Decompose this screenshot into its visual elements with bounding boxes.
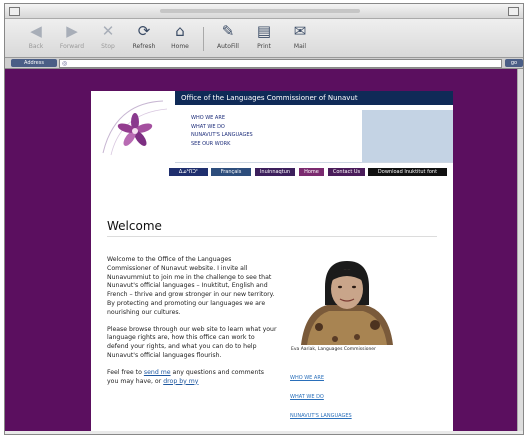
title-bar-strip xyxy=(160,9,360,13)
forward-label: Forward xyxy=(59,43,85,50)
mail-label: Mail xyxy=(293,43,307,50)
lang-button-inuinnaqtun[interactable]: Inuinnaqtun xyxy=(255,168,295,176)
contact-us-button[interactable]: Contact Us xyxy=(328,168,365,176)
autofill-button[interactable]: ✎ AutoFill xyxy=(209,22,247,51)
home-button[interactable]: ⌂ Home xyxy=(161,22,199,51)
nav-link-nunavuts-languages[interactable]: NUNAVUT'S LANGUAGES xyxy=(191,131,253,140)
close-box-icon[interactable] xyxy=(9,7,20,16)
send-me-link[interactable]: send me xyxy=(144,369,171,376)
home-label: Home xyxy=(171,43,189,50)
back-label: Back xyxy=(28,43,44,50)
photo-caption: Eva Aariak, Languages Commissioner xyxy=(291,347,376,352)
refresh-button[interactable]: ⟳ Refresh xyxy=(125,22,163,51)
welcome-text: Welcome to the Office of the Languages C… xyxy=(107,256,277,394)
stop-button[interactable]: ✕ Stop xyxy=(89,22,127,51)
nav-link-see-our-work[interactable]: SEE OUR WORK xyxy=(191,140,253,149)
paragraph-3: Feel free to send me any questions and c… xyxy=(107,369,277,387)
home-icon: ⌂ xyxy=(175,22,185,40)
autofill-label: AutoFill xyxy=(217,43,239,50)
page-icon: ◎ xyxy=(62,60,68,67)
download-font-button[interactable]: Download Inuktitut font xyxy=(368,168,447,176)
commissioner-photo xyxy=(295,253,397,345)
print-button[interactable]: ▤ Print xyxy=(245,22,283,51)
refresh-icon: ⟳ xyxy=(137,22,151,40)
mail-button[interactable]: ✉ Mail xyxy=(281,22,319,51)
address-label: Address xyxy=(11,59,57,67)
go-button[interactable]: go xyxy=(505,59,523,67)
page-heading: Welcome xyxy=(107,219,162,233)
vertical-scrollbar[interactable] xyxy=(517,69,523,431)
stop-label: Stop xyxy=(101,43,115,50)
mail-icon: ✉ xyxy=(293,22,307,40)
home-link-button[interactable]: Home xyxy=(299,168,324,176)
address-bar: Address ◎ go xyxy=(5,58,523,69)
toolbar: ◀ Back ▶ Forward ✕ Stop ⟳ Refresh ⌂ Home… xyxy=(5,19,523,58)
address-field[interactable]: ◎ xyxy=(59,59,502,68)
paragraph-2: Please browse through our web site to le… xyxy=(107,325,277,359)
site-header: Office of the Languages Commissioner of … xyxy=(91,91,453,176)
site-page: Office of the Languages Commissioner of … xyxy=(91,91,453,431)
browser-window: ◀ Back ▶ Forward ✕ Stop ⟳ Refresh ⌂ Home… xyxy=(4,3,524,435)
print-label: Print xyxy=(257,43,271,50)
nav-link-what-we-do[interactable]: WHAT WE DO xyxy=(191,123,253,132)
lang-button-francais[interactable]: Français xyxy=(211,168,251,176)
zoom-box-icon[interactable] xyxy=(508,7,519,16)
back-button[interactable]: ◀ Back xyxy=(17,22,55,51)
heading-divider xyxy=(107,236,437,237)
autofill-icon: ✎ xyxy=(221,22,235,40)
paragraph-3-text-a: Feel free to xyxy=(107,368,144,376)
print-icon: ▤ xyxy=(256,22,272,40)
site-banner: Office of the Languages Commissioner of … xyxy=(175,91,453,105)
language-bar: ᐃᓄᒃᑎᑐᑦ Français Inuinnaqtun Home Contact… xyxy=(169,168,453,176)
title-bar xyxy=(5,4,523,19)
nav-link-who-we-are[interactable]: WHO WE ARE xyxy=(191,114,253,123)
header-nav: WHO WE ARE WHAT WE DO NUNAVUT'S LANGUAGE… xyxy=(191,114,253,148)
close-icon: ✕ xyxy=(101,22,115,40)
side-link-nunavuts-languages[interactable]: NUNAVUT'S LANGUAGES xyxy=(290,407,352,426)
office-logo xyxy=(102,100,168,156)
lang-button-inuktitut[interactable]: ᐃᓄᒃᑎᑐᑦ xyxy=(169,168,208,176)
paragraph-1: Welcome to the Office of the Languages C… xyxy=(107,256,275,316)
toolbar-separator xyxy=(203,27,204,51)
right-arrow-icon: ▶ xyxy=(66,22,78,40)
header-divider xyxy=(175,162,453,163)
site-title: Office of the Languages Commissioner of … xyxy=(181,94,358,102)
side-link-what-we-do[interactable]: WHAT WE DO xyxy=(290,388,352,407)
side-links: WHO WE ARE WHAT WE DO NUNAVUT'S LANGUAGE… xyxy=(290,369,352,426)
left-arrow-icon: ◀ xyxy=(30,22,42,40)
side-link-who-we-are[interactable]: WHO WE ARE xyxy=(290,369,352,388)
drop-by-link[interactable]: drop by my xyxy=(163,378,198,385)
refresh-label: Refresh xyxy=(132,43,156,50)
web-content[interactable]: Office of the Languages Commissioner of … xyxy=(5,69,517,431)
header-accent-box xyxy=(362,110,453,162)
forward-button[interactable]: ▶ Forward xyxy=(53,22,91,51)
